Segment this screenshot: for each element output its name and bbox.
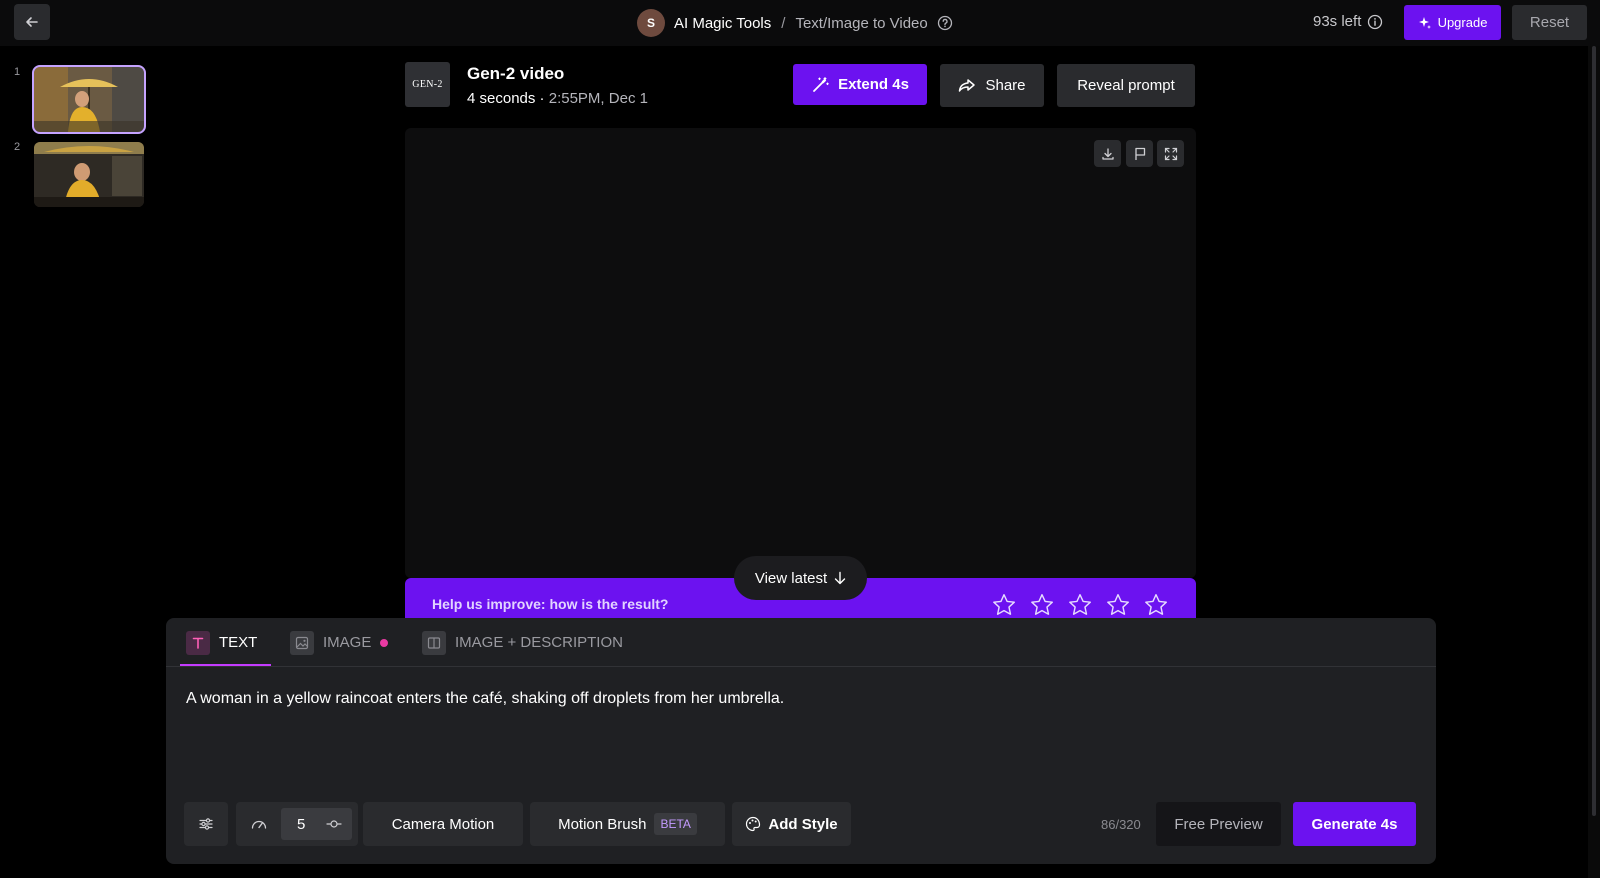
breadcrumb-separator: / bbox=[781, 14, 786, 32]
view-latest-button[interactable]: View latest bbox=[734, 556, 867, 600]
star-outline-icon[interactable] bbox=[1029, 592, 1055, 618]
feedback-question: Help us improve: how is the result? bbox=[432, 596, 669, 612]
extend-button[interactable]: Extend 4s bbox=[793, 64, 927, 105]
split-layout-icon bbox=[422, 630, 446, 655]
character-count: 86/320 bbox=[1101, 817, 1141, 832]
star-outline-icon[interactable] bbox=[991, 592, 1017, 618]
time-left-text: 93s left bbox=[1313, 13, 1362, 30]
share-button[interactable]: Share bbox=[940, 64, 1044, 107]
tabs-divider bbox=[166, 666, 1436, 667]
motion-speed-stepper[interactable]: 5 bbox=[281, 808, 352, 840]
add-style-button[interactable]: Add Style bbox=[732, 802, 851, 846]
star-rating bbox=[991, 592, 1169, 618]
motion-speed-value: 5 bbox=[297, 815, 306, 833]
generate-button[interactable]: Generate 4s bbox=[1293, 802, 1416, 846]
flag-icon bbox=[1134, 147, 1145, 160]
time-left: 93s left bbox=[1313, 13, 1383, 30]
download-button[interactable] bbox=[1094, 140, 1121, 167]
tab-text[interactable]: TEXT bbox=[186, 630, 257, 655]
video-duration: 4 seconds bbox=[467, 90, 536, 107]
star-outline-icon[interactable] bbox=[1105, 592, 1131, 618]
video-meta: 4 seconds · 2:55PM, Dec 1 bbox=[467, 90, 648, 107]
motion-brush-label: Motion Brush bbox=[558, 815, 647, 833]
motion-speed-control[interactable]: 5 bbox=[236, 802, 358, 846]
back-button[interactable] bbox=[14, 4, 50, 40]
reset-button[interactable]: Reset bbox=[1512, 5, 1587, 40]
model-logo: GEN-2 bbox=[405, 62, 450, 107]
video-thumbnail-image bbox=[34, 67, 144, 132]
scrollbar-thumb[interactable] bbox=[1592, 46, 1596, 816]
add-style-label: Add Style bbox=[768, 815, 838, 833]
top-bar: S AI Magic Tools / Text/Image to Video 9… bbox=[0, 0, 1600, 46]
arrow-left-icon bbox=[26, 17, 38, 27]
sparkle-icon bbox=[1418, 16, 1431, 29]
star-outline-icon[interactable] bbox=[1067, 592, 1093, 618]
beta-badge: BETA bbox=[654, 813, 697, 835]
slider-knob-icon[interactable] bbox=[326, 818, 342, 830]
sliders-icon bbox=[199, 818, 213, 830]
fullscreen-button[interactable] bbox=[1157, 140, 1184, 167]
tab-image-label: IMAGE bbox=[323, 634, 372, 651]
extend-label: Extend 4s bbox=[838, 76, 909, 93]
history-item-number: 2 bbox=[14, 141, 21, 153]
video-player[interactable] bbox=[405, 128, 1196, 578]
history-thumbnail-1[interactable] bbox=[32, 65, 146, 134]
tab-image-description[interactable]: IMAGE + DESCRIPTION bbox=[422, 630, 623, 655]
history-thumbnail-2[interactable] bbox=[34, 142, 144, 207]
notification-dot bbox=[380, 638, 389, 647]
prompt-panel: TEXT IMAGE IMAGE + DESCRIPTION A woman i… bbox=[166, 618, 1436, 864]
free-preview-button[interactable]: Free Preview bbox=[1156, 802, 1281, 846]
info-circle-icon[interactable] bbox=[1367, 14, 1383, 30]
image-icon bbox=[290, 630, 314, 655]
video-timestamp: 2:55PM, Dec 1 bbox=[548, 90, 648, 107]
history-item-number: 1 bbox=[14, 66, 21, 78]
tab-text-label: TEXT bbox=[219, 634, 258, 651]
arrow-down-icon bbox=[834, 571, 846, 585]
question-circle-icon[interactable] bbox=[937, 15, 953, 31]
meta-separator: · bbox=[535, 90, 549, 107]
upgrade-button[interactable]: Upgrade bbox=[1404, 5, 1501, 40]
star-outline-icon[interactable] bbox=[1143, 592, 1169, 618]
video-thumbnail-image bbox=[34, 142, 144, 207]
magic-wand-icon bbox=[813, 76, 829, 92]
text-t-icon bbox=[186, 630, 210, 655]
speedometer-icon bbox=[251, 820, 267, 829]
upgrade-label: Upgrade bbox=[1437, 15, 1488, 30]
breadcrumb-root[interactable]: AI Magic Tools bbox=[674, 15, 771, 32]
view-latest-label: View latest bbox=[754, 569, 828, 587]
motion-brush-button[interactable]: Motion Brush BETA bbox=[530, 802, 725, 846]
settings-button[interactable] bbox=[184, 802, 228, 846]
breadcrumb-current: Text/Image to Video bbox=[795, 14, 928, 32]
share-arrow-icon bbox=[959, 78, 976, 92]
prompt-input[interactable]: A woman in a yellow raincoat enters the … bbox=[186, 690, 1386, 708]
download-icon bbox=[1101, 147, 1114, 160]
flag-button[interactable] bbox=[1126, 140, 1153, 167]
avatar[interactable]: S bbox=[637, 9, 665, 37]
tab-image-description-label: IMAGE + DESCRIPTION bbox=[455, 634, 623, 651]
share-label: Share bbox=[985, 77, 1026, 94]
palette-icon bbox=[746, 816, 761, 832]
reveal-prompt-button[interactable]: Reveal prompt bbox=[1057, 64, 1195, 107]
camera-motion-button[interactable]: Camera Motion bbox=[363, 802, 523, 846]
video-title: Gen-2 video bbox=[467, 64, 565, 83]
breadcrumb: S AI Magic Tools / Text/Image to Video bbox=[637, 9, 953, 37]
tab-image[interactable]: IMAGE bbox=[290, 630, 389, 655]
expand-icon bbox=[1164, 147, 1177, 160]
